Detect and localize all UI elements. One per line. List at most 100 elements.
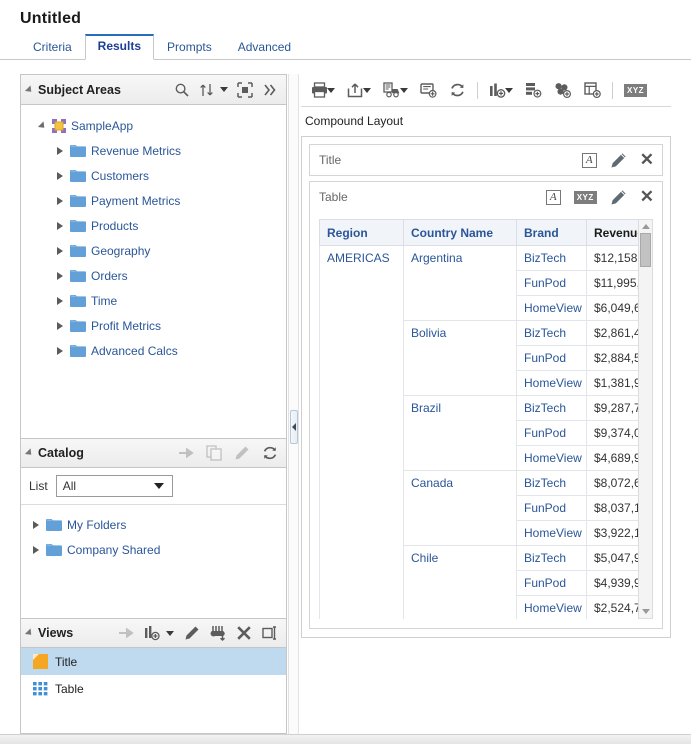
cell-brand[interactable]: FunPod — [516, 345, 587, 371]
edit-pencil-icon[interactable] — [610, 152, 627, 169]
chevron-right-icon[interactable] — [57, 146, 63, 155]
export-button[interactable] — [341, 78, 377, 102]
more-chevrons-icon[interactable] — [262, 82, 278, 98]
rename-view-icon[interactable] — [262, 625, 278, 641]
cell-brand[interactable]: BizTech — [516, 470, 587, 496]
views-header[interactable]: Views — [21, 618, 286, 648]
search-icon[interactable] — [174, 82, 190, 98]
send-to-agent-caret-icon[interactable] — [400, 87, 408, 93]
add-calculated-item-button[interactable] — [578, 78, 607, 102]
cell-brand[interactable]: FunPod — [516, 495, 587, 521]
cell-brand[interactable]: BizTech — [516, 320, 587, 346]
cell-brand[interactable]: BizTech — [516, 245, 587, 271]
chevron-right-icon[interactable] — [33, 520, 39, 529]
cell-brand[interactable]: FunPod — [516, 420, 587, 446]
catalog-header[interactable]: Catalog — [21, 438, 286, 468]
subject-areas-header[interactable]: Subject Areas — [21, 75, 286, 105]
cell-brand[interactable]: HomeView — [516, 295, 587, 321]
export-caret-icon[interactable] — [363, 87, 371, 93]
show-formatting-button[interactable]: XYZ — [618, 78, 653, 102]
collapse-left-pane-handle[interactable] — [290, 410, 298, 444]
sort-dropdown-caret[interactable] — [220, 87, 228, 92]
view-item-title[interactable]: Title — [21, 648, 286, 675]
tree-node-orders[interactable]: Orders — [21, 263, 286, 288]
chevron-down-icon[interactable] — [153, 483, 164, 489]
cell-country[interactable]: Argentina — [403, 245, 517, 321]
format-container-icon[interactable]: A — [545, 189, 561, 205]
cell-country[interactable]: Bolivia — [403, 320, 517, 396]
table-row[interactable]: AMERICAS Argentina BizTech $12,158,109 — [319, 245, 653, 619]
tree-node-time[interactable]: Time — [21, 288, 286, 313]
remove-view-icon[interactable]: ✕ — [640, 151, 654, 168]
cell-country[interactable]: Canada — [403, 470, 517, 546]
new-view-caret[interactable] — [166, 630, 174, 636]
tree-node-products[interactable]: Products — [21, 213, 286, 238]
refresh-icon[interactable] — [262, 445, 278, 461]
scroll-down-arrow-icon[interactable] — [641, 609, 650, 614]
cell-country[interactable]: Brazil — [403, 395, 517, 471]
collapse-disclosure-icon[interactable] — [24, 84, 35, 95]
catalog-node-my-folders[interactable]: My Folders — [21, 512, 286, 537]
cell-brand[interactable]: FunPod — [516, 570, 587, 596]
new-view-icon[interactable] — [144, 625, 160, 641]
cell-country[interactable]: Chile — [403, 545, 517, 619]
chevron-right-icon[interactable] — [57, 171, 63, 180]
title-view-frame[interactable]: Title A ✕ — [309, 144, 663, 176]
scrollbar-thumb[interactable] — [640, 233, 651, 267]
chevron-right-icon[interactable] — [57, 296, 63, 305]
table-vertical-scrollbar[interactable] — [638, 219, 653, 619]
chevron-down-icon[interactable] — [37, 120, 48, 131]
tree-node-payment-metrics[interactable]: Payment Metrics — [21, 188, 286, 213]
cell-brand[interactable]: BizTech — [516, 395, 587, 421]
edit-view-icon[interactable] — [184, 625, 200, 641]
tree-node-sampleapp[interactable]: SampleApp — [21, 113, 286, 138]
send-to-agent-button[interactable] — [377, 78, 414, 102]
format-container-icon[interactable]: A — [581, 152, 597, 168]
cell-brand[interactable]: HomeView — [516, 520, 587, 546]
cell-brand[interactable]: HomeView — [516, 370, 587, 396]
chevron-right-icon[interactable] — [57, 321, 63, 330]
scroll-up-arrow-icon[interactable] — [641, 224, 650, 229]
chevron-right-icon[interactable] — [33, 545, 39, 554]
table-view-frame[interactable]: Table A XYZ ✕ Region Country Name Brand … — [309, 181, 663, 629]
cell-brand[interactable]: FunPod — [516, 270, 587, 296]
new-view-caret-icon[interactable] — [505, 87, 513, 93]
edit-analysis-button[interactable] — [414, 78, 443, 102]
tab-advanced[interactable]: Advanced — [225, 35, 304, 60]
remove-view-icon[interactable] — [236, 625, 252, 641]
add-section-button[interactable] — [519, 78, 548, 102]
edit-pencil-icon[interactable] — [610, 189, 627, 206]
tree-node-advanced-calcs[interactable]: Advanced Calcs — [21, 338, 286, 363]
sort-icon[interactable] — [199, 82, 215, 98]
cell-brand[interactable]: HomeView — [516, 445, 587, 471]
add-subject-area-icon[interactable] — [237, 81, 253, 98]
print-caret-icon[interactable] — [327, 87, 335, 93]
cell-region[interactable]: AMERICAS — [319, 245, 404, 619]
chevron-right-icon[interactable] — [57, 346, 63, 355]
column-header-country-name[interactable]: Country Name — [403, 219, 517, 246]
column-header-brand[interactable]: Brand — [516, 219, 587, 246]
collapse-disclosure-icon[interactable] — [24, 628, 35, 638]
tree-node-revenue-metrics[interactable]: Revenue Metrics — [21, 138, 286, 163]
refresh-button[interactable] — [443, 78, 472, 102]
chevron-right-icon[interactable] — [57, 221, 63, 230]
catalog-node-company-shared[interactable]: Company Shared — [21, 537, 286, 562]
show-formatting-icon[interactable]: XYZ — [573, 190, 597, 204]
print-button[interactable] — [305, 78, 341, 102]
pane-splitter[interactable] — [288, 74, 299, 734]
tree-node-profit-metrics[interactable]: Profit Metrics — [21, 313, 286, 338]
cell-brand[interactable]: HomeView — [516, 595, 587, 619]
remove-view-icon[interactable]: ✕ — [640, 188, 654, 205]
tree-node-customers[interactable]: Customers — [21, 163, 286, 188]
chevron-right-icon[interactable] — [57, 271, 63, 280]
tree-node-geography[interactable]: Geography — [21, 238, 286, 263]
column-header-region[interactable]: Region — [319, 219, 404, 246]
collapse-disclosure-icon[interactable] — [24, 448, 35, 458]
view-item-table[interactable]: Table — [21, 675, 286, 702]
cell-brand[interactable]: BizTech — [516, 545, 587, 571]
chevron-right-icon[interactable] — [57, 246, 63, 255]
catalog-list-select[interactable]: All — [55, 475, 173, 497]
tab-results[interactable]: Results — [84, 34, 155, 60]
duplicate-view-icon[interactable] — [210, 625, 226, 641]
new-view-button[interactable] — [483, 78, 519, 102]
